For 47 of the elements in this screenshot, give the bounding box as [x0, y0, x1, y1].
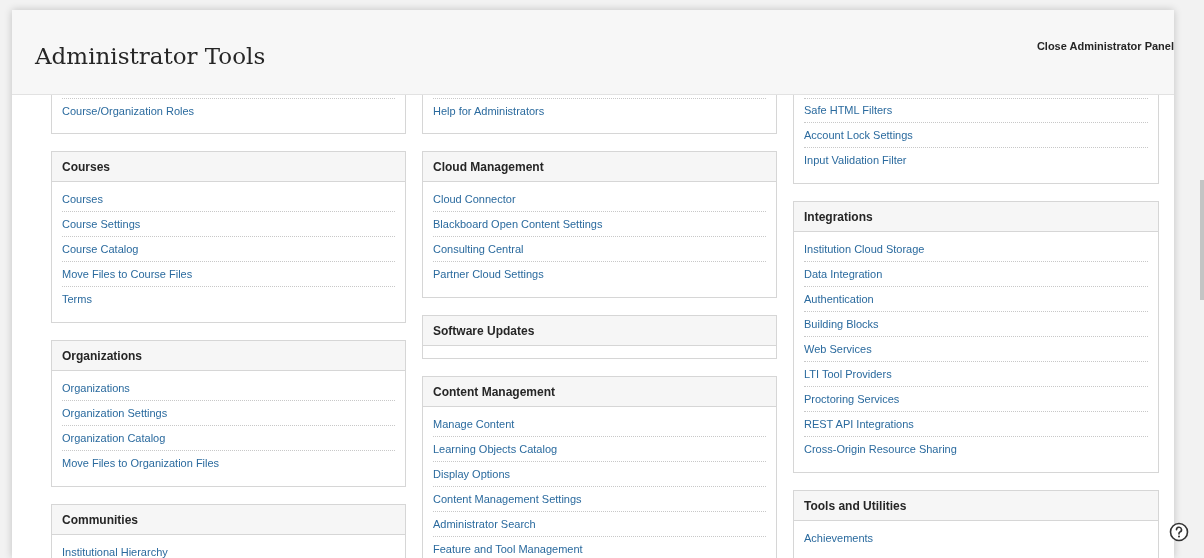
admin-link[interactable]: Help for Administrators [433, 102, 545, 120]
admin-link[interactable]: Feature and Tool Management [433, 541, 583, 558]
admin-link[interactable]: Building Blocks [804, 315, 879, 333]
admin-link[interactable]: Display Options [433, 465, 511, 483]
admin-link[interactable]: Learning Objects Catalog [433, 440, 558, 458]
admin-link[interactable]: Courses [62, 190, 103, 208]
admin-link[interactable]: Institution Cloud Storage [804, 240, 925, 258]
admin-link[interactable]: Input Validation Filter [804, 152, 907, 169]
admin-link[interactable]: Institutional Hierarchy [62, 544, 168, 558]
section-title: Cloud Management [423, 152, 776, 182]
admin-link[interactable]: Administrator Search [433, 515, 536, 533]
admin-link[interactable]: REST API Integrations [804, 415, 914, 433]
admin-link[interactable]: Organizations [62, 379, 130, 397]
section-title: Courses [52, 152, 405, 182]
section-title: Content Management [423, 377, 776, 407]
section-title: Software Updates [423, 316, 776, 346]
close-panel-button[interactable]: Close Administrator Panel [1036, 38, 1174, 55]
admin-link[interactable]: Data Integration [804, 265, 883, 283]
admin-link[interactable]: Web Services [804, 340, 872, 358]
admin-link[interactable]: Move Files to Course Files [62, 265, 193, 283]
admin-link[interactable]: Terms [62, 291, 92, 308]
admin-link[interactable]: Cloud Connector [433, 190, 516, 208]
admin-link[interactable]: Manage Content [433, 415, 515, 433]
admin-link[interactable]: Consulting Central [433, 240, 524, 258]
admin-link[interactable]: Content Management Settings [433, 490, 582, 508]
section-title: Tools and Utilities [794, 491, 1158, 521]
admin-link[interactable]: Organization Catalog [62, 429, 166, 447]
admin-link[interactable]: Organization Settings [62, 404, 168, 422]
admin-link[interactable]: Course Settings [62, 215, 141, 233]
admin-link[interactable]: Achievements [804, 530, 874, 547]
help-icon[interactable] [1169, 522, 1189, 542]
admin-link[interactable]: Proctoring Services [804, 390, 900, 408]
page-title: Administrator Tools [35, 42, 266, 71]
section-title: Organizations [52, 341, 405, 371]
admin-link[interactable]: Account Lock Settings [804, 126, 913, 144]
section-title: Communities [52, 505, 405, 535]
admin-link[interactable]: Partner Cloud Settings [433, 266, 544, 283]
admin-link[interactable]: Move Files to Organization Files [62, 455, 220, 472]
section-title: Integrations [794, 202, 1158, 232]
admin-link[interactable]: LTI Tool Providers [804, 365, 892, 383]
admin-link[interactable]: Safe HTML Filters [804, 102, 893, 119]
admin-link[interactable]: Course/Organization Roles [62, 102, 195, 120]
admin-link[interactable]: Blackboard Open Content Settings [433, 215, 603, 233]
scrollbar-thumb[interactable] [1200, 180, 1204, 300]
admin-link[interactable]: Course Catalog [62, 240, 139, 258]
admin-link[interactable]: Authentication [804, 290, 874, 308]
admin-link[interactable]: Cross-Origin Resource Sharing [804, 441, 957, 458]
